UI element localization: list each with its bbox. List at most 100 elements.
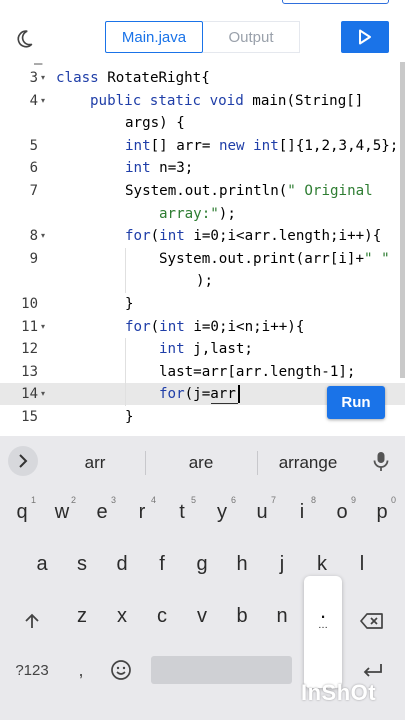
key-p[interactable]: p0 [362,492,402,532]
key-label: p [376,501,388,523]
line-number: 6 [29,160,38,177]
code-token: args) { [125,115,185,132]
editor-scrollbar[interactable] [400,62,405,378]
popup-ellipsis[interactable]: … [304,620,342,631]
key-label: b [236,605,248,627]
fold-arrow-icon[interactable]: ▾ [41,67,45,89]
code-token: arr [210,386,236,403]
code-text: System.out.print(arr[i]+" " [159,248,390,270]
fold-arrow-icon[interactable]: ▾ [41,383,45,405]
key-j[interactable]: j [262,544,302,584]
line-number: 9 [29,250,38,267]
key-n[interactable]: n [262,596,302,636]
run-button[interactable]: Run [327,386,385,419]
key-i[interactable]: i8 [282,492,322,532]
tab-main-java[interactable]: Main.java [105,21,203,53]
text-caret [238,385,240,404]
shift-key[interactable] [14,601,50,641]
suggestion-3[interactable]: arrange [258,436,358,484]
key-label: j [279,553,285,575]
code-line[interactable]: 9 System.out.print(arr[i]+" " [0,248,405,270]
code-line[interactable]: 12 int j,last; [0,338,405,360]
play-icon [359,29,371,45]
code-text: args) { [125,112,185,134]
fold-arrow-icon[interactable]: ▾ [41,316,45,338]
symbols-key[interactable]: ?123 [8,650,56,690]
emoji-key[interactable] [106,650,136,690]
key-y[interactable]: y6 [202,492,242,532]
suggestion-1[interactable]: arr [45,436,145,484]
key-label: f [159,553,165,575]
code-line[interactable]: 8 ▾ for(int i=0;i<arr.length;i++){ [0,225,405,247]
key-label: x [117,605,127,627]
key-label: r [138,501,146,523]
code-line[interactable]: 3 ▾ class RotateRight{ [0,67,405,89]
key-label: z [77,605,87,627]
code-line[interactable]: 13 last=arr[arr.length-1]; [0,361,405,383]
code-editor[interactable]: – 3 ▾ class RotateRight{4 ▾ public static vo… [0,62,405,436]
code-text: public static void main(String[] [90,90,363,112]
key-g[interactable]: g [182,544,222,584]
code-text: int[] arr= new int[]{1,2,3,4,5}; [125,135,398,157]
key-h[interactable]: h [222,544,262,584]
key-r[interactable]: r4 [122,492,162,532]
code-text: for(int i=0;i<arr.length;i++){ [125,225,381,247]
code-line[interactable]: args) { [0,112,405,134]
key-v[interactable]: v [182,596,222,636]
code-token: System.out.println( [125,183,288,199]
code-line[interactable]: 4 ▾ public static void main(String[] [0,90,405,112]
chevron-right-icon [19,454,28,468]
key-s[interactable]: s [62,544,102,584]
code-line[interactable]: ); [0,270,405,292]
key-z[interactable]: z [62,596,102,636]
expand-suggestions-button[interactable] [8,446,38,476]
key-b[interactable]: b [222,596,262,636]
key-number-hint: 7 [270,495,276,505]
code-line[interactable]: 10} [0,293,405,315]
key-f[interactable]: f [142,544,182,584]
tab-output[interactable]: Output [203,21,300,53]
key-label: k [317,553,327,575]
key-o[interactable]: o9 [322,492,362,532]
code-line[interactable]: 7 System.out.println(" Original [0,180,405,202]
header-button-fragment [282,0,389,4]
suggestion-bar: arr are arrange [0,436,405,484]
line-number: 11 [21,318,38,335]
key-x[interactable]: x [102,596,142,636]
key-u[interactable]: u7 [242,492,282,532]
key-d[interactable]: d [102,544,142,584]
key-number-hint: 5 [190,495,196,505]
suggestion-2[interactable]: are [146,436,256,484]
code-line[interactable]: 6 int n=3; [0,157,405,179]
keyword-token: for [159,386,185,403]
string-token: " Original [287,183,373,199]
period-key-popup[interactable]: . … [304,576,342,688]
keyword-token: new int [218,137,279,154]
code-line[interactable]: 11 ▾ for(int i=0;i<n;i++){ [0,316,405,338]
key-number-hint: 4 [150,495,156,505]
backspace-key[interactable] [354,601,390,641]
key-number-hint: 9 [350,495,356,505]
key-l[interactable]: l [342,544,382,584]
space-key[interactable] [151,656,292,684]
mic-icon[interactable] [370,450,392,472]
keyword-token: int [125,160,160,177]
key-q[interactable]: q1 [2,492,42,532]
code-token: [] arr= [150,137,219,154]
key-e[interactable]: e3 [82,492,122,532]
code-text: } [125,406,134,428]
key-t[interactable]: t5 [162,492,202,532]
code-line[interactable]: 5 int[] arr= new int[]{1,2,3,4,5}; [0,135,405,157]
key-w[interactable]: w2 [42,492,82,532]
moon-icon[interactable] [13,28,35,50]
run-button-toolbar[interactable] [341,21,389,53]
fold-arrow-icon[interactable]: ▾ [41,90,45,112]
line-number: 14 [21,386,38,403]
key-label: l [359,553,365,575]
code-line[interactable]: array:"); [0,203,405,225]
fold-arrow-icon[interactable]: ▾ [41,225,45,247]
key-a[interactable]: a [22,544,62,584]
comma-key[interactable]: , [66,650,96,690]
key-label: n [276,605,288,627]
key-c[interactable]: c [142,596,182,636]
